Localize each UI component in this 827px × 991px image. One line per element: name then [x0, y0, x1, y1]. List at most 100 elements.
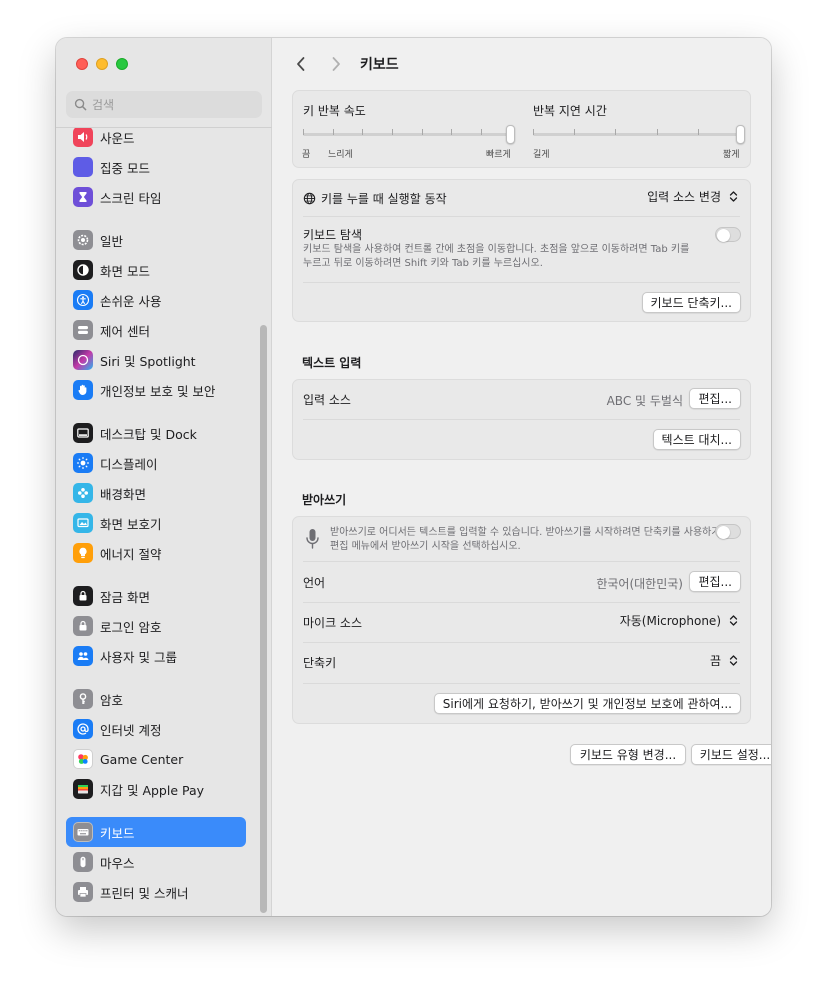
dictation-language-edit-button[interactable]: 편집...: [689, 571, 741, 592]
rate-tick-fast: 빠르게: [486, 150, 511, 160]
slider-tick: [481, 129, 482, 135]
sidebar: 검색 사운드 집중 모드 스크린 타임 일반 화면 모드 손쉬운 사용 제어 센…: [56, 38, 272, 916]
mic-source-popup[interactable]: 자동(Microphone): [620, 612, 740, 629]
sidebar-item-desktop-dock[interactable]: 데스크탑 및 Dock: [66, 418, 246, 448]
input-source-edit-button[interactable]: 편집...: [689, 388, 741, 409]
back-button[interactable]: [290, 53, 310, 75]
sidebar-item-control-center[interactable]: 제어 센터: [66, 315, 246, 345]
sidebar-item-appearance[interactable]: 화면 모드: [66, 255, 246, 285]
sidebar-item-sound[interactable]: 사운드: [66, 128, 246, 152]
sidebar-item-label: 제어 센터: [100, 323, 150, 339]
sidebar-item-label: 에너지 절약: [100, 546, 162, 562]
siri-dictation-privacy-button[interactable]: Siri에게 요청하기, 받아쓰기 및 개인정보 보호에 관하여...: [433, 693, 741, 714]
input-source-value: ABC 및 두벌식: [606, 394, 683, 408]
sidebar-item-label: 지갑 및 Apple Pay: [100, 782, 205, 798]
close-window-button[interactable]: [76, 58, 88, 70]
speaker-icon: [73, 128, 93, 147]
sidebar-item-label: 배경화면: [100, 486, 147, 502]
users-icon: [73, 646, 93, 666]
input-source-label: 입력 소스: [303, 393, 351, 407]
search-icon: [74, 98, 87, 111]
wallpaper-icon: [73, 483, 93, 503]
sidebar-item-accessibility[interactable]: 손쉬운 사용: [66, 285, 246, 315]
sidebar-item-internet-accounts[interactable]: 인터넷 계정: [66, 714, 246, 744]
wallet-icon: [73, 779, 93, 799]
repeat-delay-thumb[interactable]: [736, 125, 745, 144]
chevron-left-icon: [296, 57, 304, 71]
sidebar-item-displays[interactable]: 디스플레이: [66, 448, 246, 478]
slider-tick: [451, 129, 452, 135]
globe-key-label: 키를 누를 때 실행할 동작: [321, 192, 447, 206]
control-center-icon: [73, 320, 93, 340]
dictation-shortcut-label: 단축키: [303, 656, 337, 670]
sidebar-item-login-password[interactable]: 로그인 암호: [66, 611, 246, 641]
sidebar-item-label: 화면 모드: [100, 263, 150, 279]
sidebar-item-label: 마우스: [100, 855, 135, 871]
slider-tick: [392, 129, 393, 135]
change-keyboard-type-button[interactable]: 키보드 유형 변경...: [570, 744, 686, 765]
row-separator: [303, 561, 740, 562]
slider-tick: [333, 129, 334, 135]
slider-tick: [533, 129, 534, 135]
key-repeat-group: 키 반복 속도 반복 지연 시간 끔 느리게 빠르게 길게 짧게: [292, 90, 751, 168]
zoom-window-button[interactable]: [116, 58, 128, 70]
dictation-section-title: 받아쓰기: [302, 493, 347, 507]
mic-source-value: 자동(Microphone): [619, 614, 721, 628]
at-icon: [73, 719, 93, 739]
keyboard-shortcuts-button[interactable]: 키보드 단축키...: [641, 292, 741, 313]
sidebar-item-users-groups[interactable]: 사용자 및 그룹: [66, 641, 246, 671]
dictation-description: 받아쓰기로 어디서든 텍스트를 입력할 수 있습니다. 받아쓰기를 시작하려면 …: [330, 526, 730, 554]
sidebar-item-privacy[interactable]: 개인정보 보호 및 보안: [66, 375, 246, 405]
sidebar-item-wallpaper[interactable]: 배경화면: [66, 478, 246, 508]
accessibility-icon: [73, 290, 93, 310]
sidebar-item-siri[interactable]: Siri 및 Spotlight: [66, 345, 246, 375]
dictation-toggle[interactable]: [715, 524, 741, 539]
sidebar-item-screensaver[interactable]: 화면 보호기: [66, 508, 246, 538]
mouse-icon: [73, 852, 93, 872]
sidebar-item-keyboard[interactable]: 키보드: [66, 817, 246, 847]
sidebar-item-general[interactable]: 일반: [66, 225, 246, 255]
slider-tick: [698, 129, 699, 135]
chevron-up-down-icon: [726, 188, 740, 205]
globe-key-row: 키를 누를 때 실행할 동작: [303, 190, 447, 207]
text-input-group: 입력 소스 ABC 및 두벌식 편집... 텍스트 대치...: [292, 379, 751, 460]
search-field[interactable]: 검색: [66, 91, 262, 118]
sidebar-item-screen-time[interactable]: 스크린 타임: [66, 182, 246, 212]
keyboard-setup-button[interactable]: 키보드 설정...: [691, 744, 771, 765]
sidebar-item-passwords[interactable]: 암호: [66, 684, 246, 714]
globe-icon: [303, 192, 316, 205]
forward-button[interactable]: [326, 53, 346, 75]
lightbulb-icon: [73, 543, 93, 563]
settings-window: 검색 사운드 집중 모드 스크린 타임 일반 화면 모드 손쉬운 사용 제어 센…: [56, 38, 771, 916]
gear-icon: [73, 230, 93, 250]
chevron-up-down-icon: [726, 652, 740, 669]
toolbar: 키보드: [272, 38, 771, 90]
sidebar-item-wallet[interactable]: 지갑 및 Apple Pay: [66, 774, 246, 804]
text-replacement-button[interactable]: 텍스트 대치...: [652, 429, 741, 450]
globe-key-popup[interactable]: 입력 소스 변경: [647, 188, 740, 205]
row-separator: [303, 642, 740, 643]
lock-icon: [73, 616, 93, 636]
sidebar-item-game-center[interactable]: Game Center: [66, 744, 246, 774]
moon-icon: [73, 157, 93, 177]
dictation-desc-line-1: 받아쓰기로 어디서든 텍스트를 입력할 수 있습니다. 받아쓰기를 시작하려면 …: [330, 527, 730, 538]
dictation-language-value: 한국어(대한민국): [596, 577, 683, 591]
sidebar-item-focus[interactable]: 집중 모드: [66, 152, 246, 182]
sidebar-item-energy[interactable]: 에너지 절약: [66, 538, 246, 568]
sidebar-item-printers[interactable]: 프린터 및 스캐너: [66, 877, 246, 907]
row-separator: [303, 602, 740, 603]
keyboard-nav-toggle[interactable]: [715, 227, 741, 242]
key-repeat-rate-thumb[interactable]: [506, 125, 515, 144]
sidebar-item-mouse[interactable]: 마우스: [66, 847, 246, 877]
sidebar-scrollbar[interactable]: [260, 325, 267, 913]
dictation-shortcut-value: 끔: [709, 654, 721, 668]
chevron-right-icon: [332, 57, 340, 71]
dictation-shortcut-popup[interactable]: 끔: [710, 652, 740, 669]
sidebar-item-lock-screen[interactable]: 잠금 화면: [66, 581, 246, 611]
page-title: 키보드: [360, 57, 399, 73]
sidebar-item-label: 일반: [100, 233, 124, 249]
minimize-window-button[interactable]: [96, 58, 108, 70]
keyboard-nav-description: 키보드 탐색을 사용하여 컨트롤 간에 초점을 이동합니다. 초점을 앞으로 이…: [303, 243, 689, 271]
main-content: 키보드 키 반복 속도 반복 지연 시간 끔 느리게 빠르게 길게 짧게 키를 …: [272, 38, 771, 916]
dictation-language-label: 언어: [303, 576, 326, 590]
